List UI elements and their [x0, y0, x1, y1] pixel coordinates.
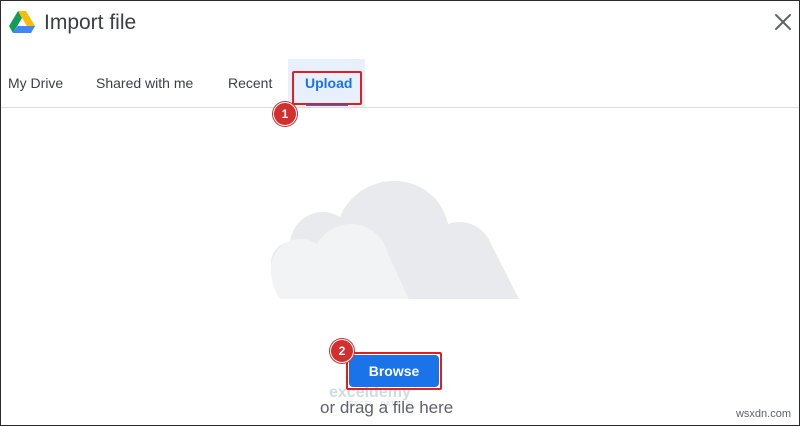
tab-bar: My Drive Shared with me Recent Upload	[1, 59, 799, 108]
dialog-title: Import file	[44, 11, 137, 34]
dialog-header: Import file	[1, 1, 799, 47]
step-1-badge: 1	[273, 102, 297, 126]
tab-my-drive[interactable]: My Drive	[8, 59, 63, 107]
import-file-dialog: Import file My Drive Shared with me Rece…	[0, 0, 800, 426]
watermark-site: wsxdn.com	[735, 408, 791, 420]
tab-shared-with-me[interactable]: Shared with me	[96, 59, 193, 107]
drag-file-hint: or drag a file here	[320, 398, 454, 417]
cloud-illustration-icon	[271, 181, 519, 299]
step-2-badge: 2	[330, 339, 354, 363]
google-drive-logo-icon	[9, 11, 35, 33]
upload-tab-highlight-box	[292, 71, 362, 105]
tab-recent[interactable]: Recent	[228, 59, 272, 107]
browse-button[interactable]: Browse	[349, 355, 439, 387]
close-icon[interactable]	[773, 12, 793, 32]
